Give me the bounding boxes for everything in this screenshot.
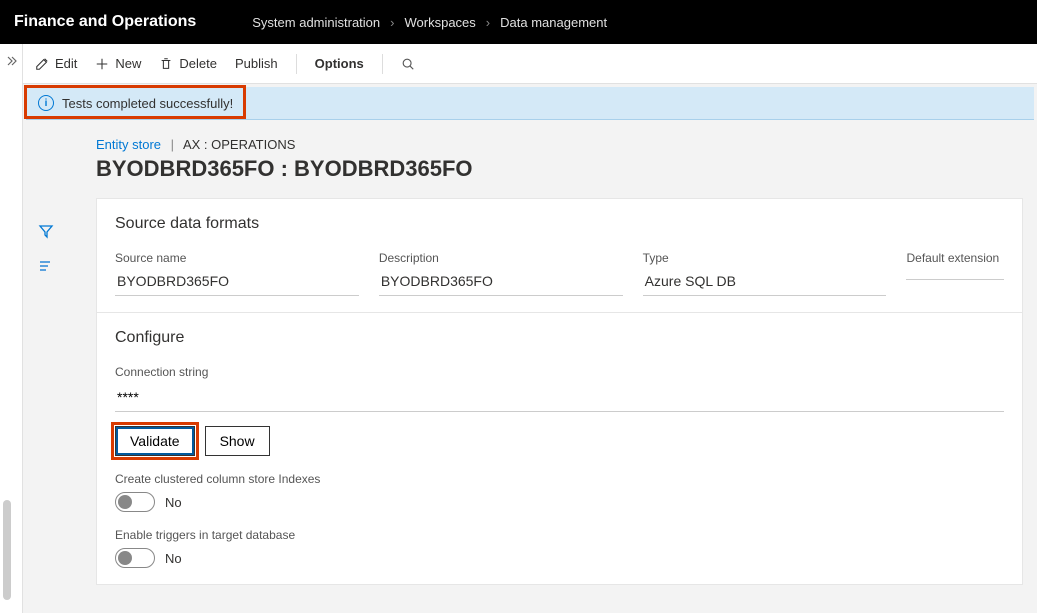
source-name-value[interactable]: BYODBRD365FO <box>115 269 359 296</box>
type-label: Type <box>643 251 887 265</box>
app-title: Finance and Operations <box>14 13 196 31</box>
info-icon: i <box>38 95 54 111</box>
breadcrumb-item[interactable]: Data management <box>500 15 607 30</box>
publish-button[interactable]: Publish <box>235 56 278 71</box>
page-breadcrumb: Entity store | AX : OPERATIONS <box>96 137 1023 152</box>
conn-string-label: Connection string <box>115 365 1004 379</box>
chevron-right-icon: › <box>390 15 394 30</box>
section-title: Configure <box>115 329 1004 347</box>
app-header: Finance and Operations System administra… <box>0 0 1037 44</box>
context-label: AX : OPERATIONS <box>183 137 295 152</box>
page-title: BYODBRD365FO : BYODBRD365FO <box>96 156 1023 182</box>
entity-store-link[interactable]: Entity store <box>96 137 161 152</box>
toggle-value: No <box>165 495 182 510</box>
default-ext-label: Default extension <box>906 251 1004 265</box>
type-value[interactable]: Azure SQL DB <box>643 269 887 296</box>
notification-bar: i Tests completed successfully! <box>26 87 1034 120</box>
separator: | <box>171 137 174 152</box>
options-label: Options <box>315 56 364 71</box>
toolbar: Edit New Delete Publish Options <box>23 44 1037 84</box>
separator <box>296 54 297 74</box>
search-icon <box>401 57 415 71</box>
description-label: Description <box>379 251 623 265</box>
breadcrumb: System administration › Workspaces › Dat… <box>252 15 607 30</box>
sidebar <box>23 123 68 613</box>
breadcrumb-item[interactable]: System administration <box>252 15 380 30</box>
edit-button[interactable]: Edit <box>35 56 77 71</box>
toggle-value: No <box>165 551 182 566</box>
scrollbar[interactable] <box>3 500 11 600</box>
enable-triggers-toggle[interactable] <box>115 548 155 568</box>
new-button[interactable]: New <box>95 56 141 71</box>
show-button[interactable]: Show <box>205 426 270 456</box>
clustered-index-label: Create clustered column store Indexes <box>115 472 1004 486</box>
section-title: Source data formats <box>115 215 1004 233</box>
publish-label: Publish <box>235 56 278 71</box>
list-icon[interactable] <box>38 258 54 279</box>
source-formats-card: Source data formats Source name BYODBRD3… <box>96 198 1023 313</box>
configure-card: Configure Connection string Validate Sho… <box>96 313 1023 585</box>
breadcrumb-item[interactable]: Workspaces <box>405 15 476 30</box>
delete-button[interactable]: Delete <box>159 56 217 71</box>
separator <box>382 54 383 74</box>
edit-label: Edit <box>55 56 77 71</box>
expand-icon[interactable] <box>0 44 22 80</box>
search-button[interactable] <box>401 57 415 71</box>
enable-triggers-label: Enable triggers in target database <box>115 528 1004 542</box>
source-name-label: Source name <box>115 251 359 265</box>
options-button[interactable]: Options <box>315 56 364 71</box>
connection-string-input[interactable] <box>115 383 1004 412</box>
notification-text: Tests completed successfully! <box>62 96 233 111</box>
clustered-index-toggle[interactable] <box>115 492 155 512</box>
chevron-right-icon: › <box>486 15 490 30</box>
default-ext-value[interactable] <box>906 269 1004 280</box>
new-label: New <box>115 56 141 71</box>
description-value[interactable]: BYODBRD365FO <box>379 269 623 296</box>
validate-button[interactable]: Validate <box>115 426 195 456</box>
filter-icon[interactable] <box>38 223 54 244</box>
delete-label: Delete <box>179 56 217 71</box>
content-area: Entity store | AX : OPERATIONS BYODBRD36… <box>68 123 1037 613</box>
